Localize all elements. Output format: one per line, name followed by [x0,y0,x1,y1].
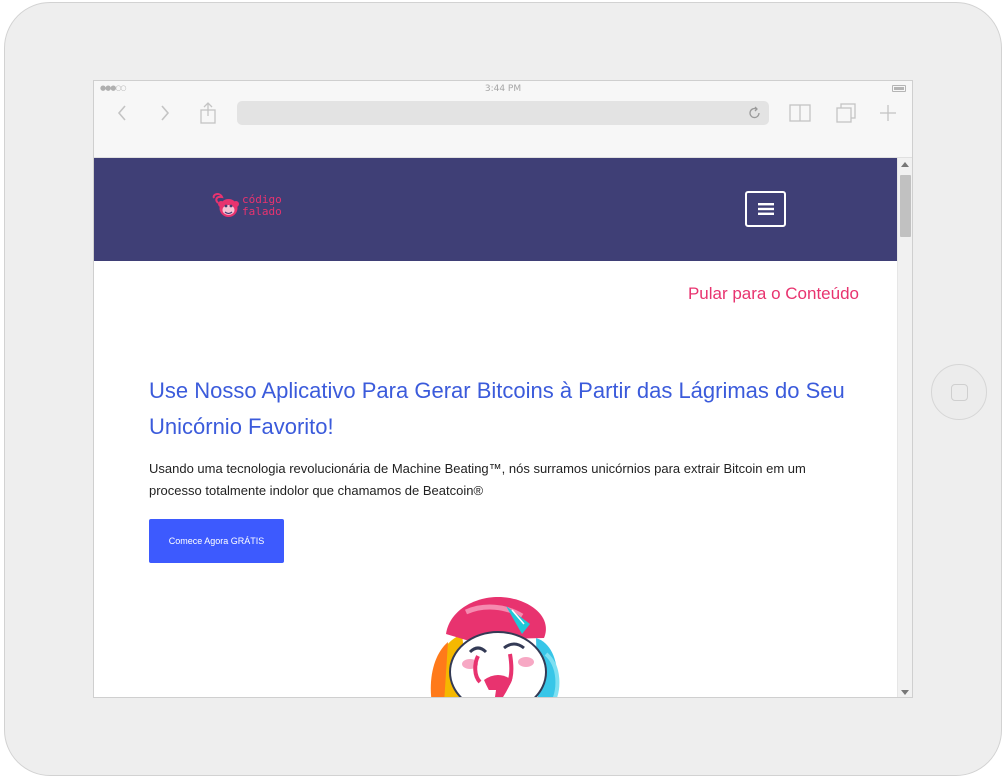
tabs-icon [836,103,856,123]
forward-button[interactable] [151,99,179,127]
book-icon [789,104,811,122]
menu-toggle-button[interactable] [745,191,786,227]
logo-line-2: falado [242,205,282,218]
site-header: código falado [94,158,897,261]
unicorn-illustration [430,597,560,697]
new-tab-button[interactable] [874,99,902,127]
scroll-down-arrow-icon[interactable] [901,690,909,695]
tablet-screen: ●●●○○ 3:44 PM código falado Pular para o… [93,80,913,698]
battery-icon [892,85,906,92]
home-button-icon [951,384,968,401]
hamburger-icon [757,203,774,215]
logo-text: código falado [242,194,282,218]
browser-toolbar: ●●●○○ 3:44 PM [94,81,912,158]
home-button[interactable] [931,364,987,420]
scrollbar-thumb[interactable] [900,175,911,237]
web-page: código falado Pular para o Conteúdo Use … [94,158,897,697]
status-time: 3:44 PM [484,84,522,94]
vertical-scrollbar[interactable] [897,158,912,697]
status-bar: ●●●○○ 3:44 PM [94,81,912,99]
chevron-left-icon [117,105,126,121]
back-button[interactable] [108,99,136,127]
skip-to-content-link[interactable]: Pular para o Conteúdo [688,284,859,304]
bookmarks-button[interactable] [786,99,814,127]
chevron-right-icon [161,105,170,121]
share-icon [200,102,216,124]
get-started-button[interactable]: Comece Agora GRÁTIS [149,519,284,563]
address-bar[interactable] [237,101,769,125]
hero-description: Usando uma tecnologia revolucionária de … [149,461,806,498]
share-button[interactable] [194,99,222,127]
hero-title: Use Nosso Aplicativo Para Gerar Bitcoins… [149,378,845,439]
scroll-up-arrow-icon[interactable] [901,162,909,167]
tabs-button[interactable] [832,99,860,127]
site-logo[interactable]: código falado [210,192,304,226]
reload-icon[interactable] [747,105,763,121]
plus-icon [880,105,896,121]
